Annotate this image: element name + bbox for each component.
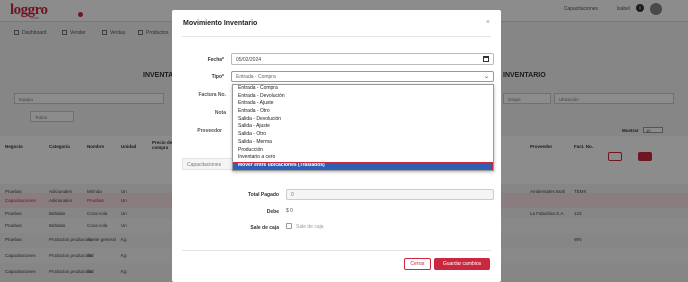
cerrar-button[interactable]: Cerrar — [404, 258, 431, 270]
nota-label: Nota — [214, 110, 226, 116]
modal-footer-divider — [182, 250, 491, 251]
tipo-option[interactable]: Salida - Ajuste — [233, 123, 493, 131]
tipo-option[interactable]: Entrada - Ajuste — [233, 100, 493, 108]
chevron-down-icon: ⌄ — [483, 74, 489, 80]
tipo-option[interactable]: Salida - Otro — [233, 131, 493, 139]
sale-de-caja-checkbox[interactable] — [286, 223, 292, 229]
sale-de-caja-text: Sale de caja — [296, 224, 324, 230]
modal-header-divider — [182, 36, 491, 37]
tipo-option[interactable]: Salida - Devolución — [233, 116, 493, 124]
total-pagado-input[interactable]: 0 — [286, 189, 494, 200]
tipo-select[interactable]: Entrada - Compra ⌄ — [231, 71, 494, 82]
tipo-option-selected[interactable]: Mover entre ubicaciones (Traslados) — [233, 161, 493, 170]
tipo-option[interactable]: Salida - Merma — [233, 139, 493, 147]
close-icon[interactable]: × — [486, 19, 490, 26]
tipo-dropdown-list: Entrada - Compra Entrada - Devolución En… — [232, 84, 494, 171]
sale-de-caja-label: Sale de caja — [250, 225, 279, 231]
tipo-option[interactable]: Entrada - Compra — [233, 85, 493, 93]
factura-label: Factura No. — [198, 92, 226, 98]
fecha-input[interactable]: 05/02/2024 — [231, 53, 494, 65]
guardar-cambios-button[interactable]: Guardar cambios — [434, 258, 490, 270]
tipo-option[interactable]: Entrada - Devolución — [233, 93, 493, 101]
proveedor-label: Proveedor — [197, 128, 222, 134]
fecha-label: Fecha* — [207, 57, 224, 63]
total-pagado-label: Total Pagado — [247, 192, 279, 198]
tipo-option[interactable]: Entrada - Otro — [233, 108, 493, 116]
tipo-option[interactable]: Inventario a cero — [233, 154, 493, 162]
calendar-icon[interactable] — [483, 56, 489, 62]
modal-title: Movimiento Inventario — [183, 20, 258, 27]
debe-label: Debe — [266, 209, 279, 215]
tipo-label: Tipo* — [211, 74, 224, 80]
tipo-value: Entrada - Compra — [236, 74, 276, 80]
fecha-value: 05/02/2024 — [236, 57, 262, 63]
debe-value: $ 0 — [286, 208, 293, 214]
tipo-option[interactable]: Producción — [233, 147, 493, 155]
